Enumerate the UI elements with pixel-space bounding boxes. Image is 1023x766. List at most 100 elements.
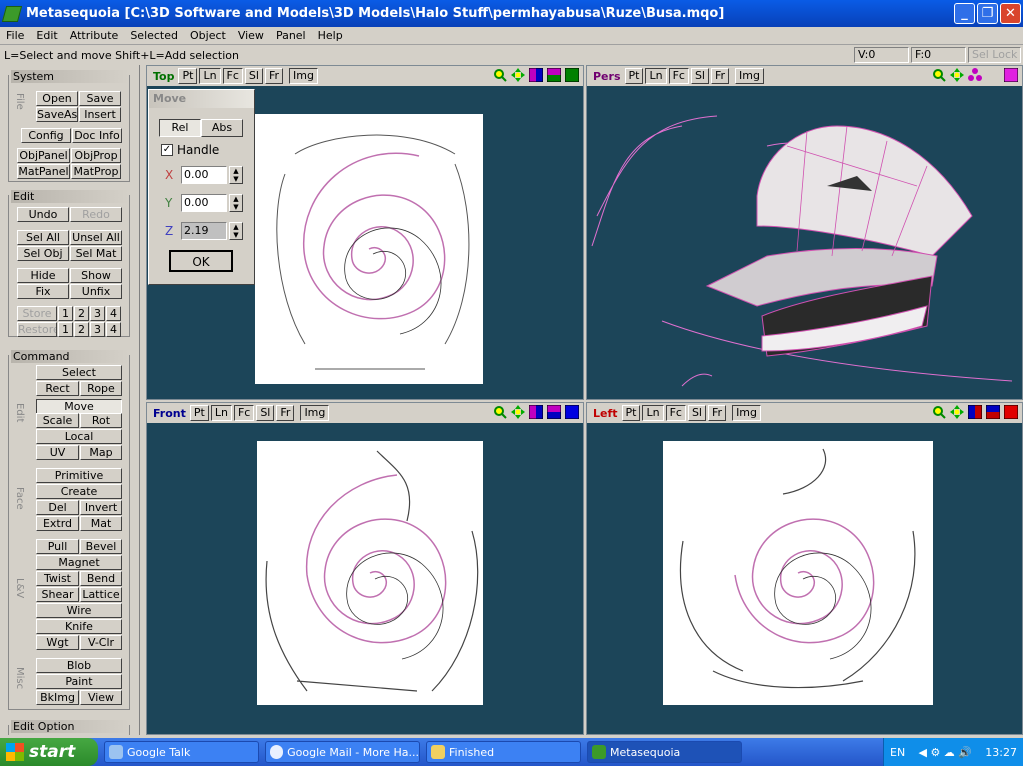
wire-button[interactable]: Wire (36, 603, 122, 618)
sel-obj-button[interactable]: Sel Obj (17, 246, 69, 261)
viewport-left[interactable]: Left Pt Ln Fc Sl Fr Img (586, 402, 1023, 735)
bend-button[interactable]: Bend (80, 571, 122, 586)
front-pt-button[interactable]: Pt (189, 405, 209, 421)
pull-button[interactable]: Pull (36, 539, 79, 554)
del-button[interactable]: Del (36, 500, 79, 515)
sel-lock-button[interactable]: Sel Lock (968, 47, 1021, 63)
store-slot-1[interactable]: 1 (58, 306, 73, 321)
top-img-button[interactable]: Img (289, 68, 318, 84)
view-color-icon[interactable] (1004, 68, 1018, 82)
view-color-icon-1[interactable] (529, 68, 543, 82)
sel-mat-button[interactable]: Sel Mat (70, 246, 122, 261)
front-sl-button[interactable]: Sl (256, 405, 275, 421)
store-slot-4[interactable]: 4 (106, 306, 121, 321)
x-spinner[interactable]: ▲ ▼ (229, 166, 243, 184)
scale-button[interactable]: Scale (36, 413, 79, 428)
menu-panel[interactable]: Panel (270, 29, 312, 42)
view-color-icon-2[interactable] (547, 405, 561, 419)
view-color-icon-3[interactable] (565, 68, 579, 82)
pers-img-button[interactable]: Img (735, 68, 764, 84)
pers-fc-button[interactable]: Fc (668, 68, 689, 84)
pers-ln-button[interactable]: Ln (645, 68, 667, 84)
matprop-button[interactable]: MatProp (71, 164, 121, 179)
rect-button[interactable]: Rect (36, 381, 79, 396)
minimize-button[interactable]: _ (954, 3, 975, 24)
hide-button[interactable]: Hide (17, 268, 69, 283)
mat-button[interactable]: Mat (80, 516, 122, 531)
viewport-pers[interactable]: Pers Pt Ln Fc Sl Fr Img (586, 65, 1023, 400)
objprop-button[interactable]: ObjProp (71, 148, 121, 163)
move-button[interactable]: Move (36, 399, 122, 414)
abs-tab[interactable]: Abs (201, 119, 243, 137)
view-color-icon-2[interactable] (986, 405, 1000, 419)
objpanel-button[interactable]: ObjPanel (17, 148, 70, 163)
matpanel-button[interactable]: MatPanel (17, 164, 70, 179)
z-spinner[interactable]: ▲ ▼ (229, 222, 243, 240)
view-button[interactable]: View (80, 690, 122, 705)
pers-fr-button[interactable]: Fr (710, 68, 730, 84)
left-ln-button[interactable]: Ln (642, 405, 664, 421)
redo-button[interactable]: Redo (70, 207, 122, 222)
select-button[interactable]: Select (36, 365, 122, 380)
bkimg-button[interactable]: BkImg (36, 690, 79, 705)
pan-icon[interactable] (511, 68, 525, 82)
view-color-icon-2[interactable] (547, 68, 561, 82)
doc-info-button[interactable]: Doc Info (72, 128, 122, 143)
menu-view[interactable]: View (232, 29, 270, 42)
restore-slot-4[interactable]: 4 (106, 322, 121, 337)
unsel-all-button[interactable]: Unsel All (70, 230, 122, 245)
restore-slot-1[interactable]: 1 (58, 322, 73, 337)
close-button[interactable]: ✕ (1000, 3, 1021, 24)
map-button[interactable]: Map (80, 445, 122, 460)
menu-attribute[interactable]: Attribute (64, 29, 125, 42)
top-sl-button[interactable]: Sl (244, 68, 263, 84)
top-ln-button[interactable]: Ln (199, 68, 221, 84)
uv-button[interactable]: UV (36, 445, 79, 460)
rope-button[interactable]: Rope (80, 381, 122, 396)
pers-sl-button[interactable]: Sl (690, 68, 709, 84)
view-color-icon-3[interactable] (1004, 405, 1018, 419)
left-img-button[interactable]: Img (732, 405, 762, 421)
task-finished[interactable]: Finished (426, 741, 581, 763)
blob-button[interactable]: Blob (36, 658, 122, 673)
fix-button[interactable]: Fix (17, 284, 69, 299)
store-slot-3[interactable]: 3 (90, 306, 105, 321)
viewport-front[interactable]: Front Pt Ln Fc Sl Fr Img (146, 402, 584, 735)
top-fc-button[interactable]: Fc (222, 68, 243, 84)
pers-pt-button[interactable]: Pt (624, 68, 644, 84)
store-button[interactable]: Store (17, 306, 57, 321)
extrd-button[interactable]: Extrd (36, 516, 79, 531)
x-input[interactable]: 0.00 (181, 166, 227, 184)
view-color-icon-1[interactable] (529, 405, 543, 419)
open-button[interactable]: Open (36, 91, 78, 106)
knife-button[interactable]: Knife (36, 619, 122, 634)
left-fr-button[interactable]: Fr (708, 405, 727, 421)
saveas-button[interactable]: SaveAs (36, 107, 78, 122)
save-button[interactable]: Save (79, 91, 121, 106)
restore-slot-2[interactable]: 2 (74, 322, 89, 337)
restore-button[interactable]: Restore (17, 322, 57, 337)
shear-button[interactable]: Shear (36, 587, 79, 602)
menu-edit[interactable]: Edit (30, 29, 63, 42)
ok-button[interactable]: OK (169, 250, 233, 272)
magnet-button[interactable]: Magnet (36, 555, 122, 570)
rotate-icon[interactable] (968, 68, 982, 82)
store-slot-2[interactable]: 2 (74, 306, 89, 321)
top-fr-button[interactable]: Fr (264, 68, 284, 84)
vclr-button[interactable]: V-Clr (80, 635, 122, 650)
menu-object[interactable]: Object (184, 29, 232, 42)
y-input[interactable]: 0.00 (181, 194, 227, 212)
local-button[interactable]: Local (36, 429, 122, 444)
rot-button[interactable]: Rot (80, 413, 122, 428)
bevel-button[interactable]: Bevel (80, 539, 122, 554)
config-button[interactable]: Config (21, 128, 71, 143)
left-pt-button[interactable]: Pt (621, 405, 641, 421)
left-sl-button[interactable]: Sl (687, 405, 706, 421)
zoom-icon[interactable] (932, 68, 946, 82)
restore-slot-3[interactable]: 3 (90, 322, 105, 337)
twist-button[interactable]: Twist (36, 571, 79, 586)
start-button[interactable]: start (0, 738, 98, 766)
create-button[interactable]: Create (36, 484, 122, 499)
unfix-button[interactable]: Unfix (70, 284, 122, 299)
pan-icon[interactable] (950, 68, 964, 82)
